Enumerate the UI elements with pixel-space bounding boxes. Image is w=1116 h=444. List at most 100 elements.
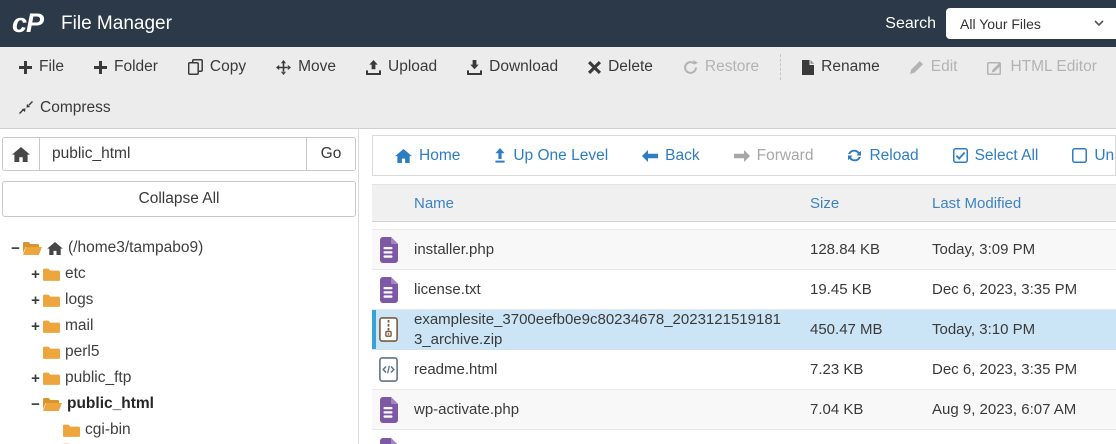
expand-expander[interactable]: + bbox=[28, 319, 43, 334]
php-file-icon bbox=[380, 396, 398, 423]
html-editor-icon bbox=[987, 61, 1002, 75]
plus-icon bbox=[19, 60, 32, 74]
tree-item-label: cgi-bin bbox=[85, 421, 131, 438]
delete-icon bbox=[588, 60, 602, 74]
delete-button[interactable]: Delete bbox=[573, 47, 668, 87]
file-name: examplesite_3700eefb0e9c80234678_2023121… bbox=[414, 311, 782, 348]
toolbar-item-label: Restore bbox=[704, 58, 760, 75]
file-row-archive-zip-selected[interactable]: examplesite_3700eefb0e9c80234678_2023121… bbox=[372, 310, 1116, 350]
file-name: readme.html bbox=[414, 360, 498, 378]
column-header-modified[interactable]: Last Modified bbox=[932, 195, 1116, 212]
file-size: 7.04 KB bbox=[810, 401, 864, 418]
tree-item-etc[interactable]: + etc bbox=[2, 261, 356, 287]
nav-reload-link[interactable]: Reload bbox=[847, 146, 919, 165]
new-file-button[interactable]: File bbox=[4, 47, 79, 87]
file-row-license-txt[interactable]: license.txt 19.45 KB Dec 6, 2023, 3:35 P… bbox=[372, 270, 1116, 310]
arrow-left-icon bbox=[642, 149, 659, 162]
compress-button[interactable]: Compress bbox=[4, 87, 126, 128]
folder-icon bbox=[63, 424, 80, 437]
tree-item-perl5[interactable]: perl5 bbox=[2, 339, 356, 365]
action-toolbar: File Folder Copy Move Upload Download De… bbox=[0, 47, 1116, 129]
partial-row-bottom bbox=[372, 430, 1116, 444]
search-area: Search All Your Files bbox=[885, 8, 1116, 39]
nav-unselect-all-link[interactable]: Unselect All bbox=[1072, 146, 1115, 165]
copy-button[interactable]: Copy bbox=[173, 47, 261, 87]
restore-button: Restore bbox=[668, 47, 774, 87]
tree-item-label: public_html bbox=[67, 395, 154, 412]
expand-expander[interactable]: + bbox=[28, 371, 43, 386]
open-folder-icon bbox=[23, 241, 42, 255]
tree-item-mail[interactable]: + mail bbox=[2, 313, 356, 339]
folder-icon bbox=[43, 372, 60, 385]
file-browser-panel: Home Up One Level Back Forward Reload Se… bbox=[359, 129, 1116, 444]
top-navbar: cP File Manager Search All Your Files bbox=[0, 0, 1116, 47]
file-name: installer.php bbox=[414, 240, 495, 258]
collapse-all-button[interactable]: Collapse All bbox=[2, 181, 356, 217]
html-editor-button: HTML Editor bbox=[972, 47, 1111, 87]
toolbar-item-label: Folder bbox=[113, 58, 158, 75]
toolbar-item-label: Copy bbox=[209, 58, 247, 75]
cpanel-logo: cP bbox=[12, 8, 44, 38]
path-input[interactable] bbox=[40, 138, 306, 170]
tree-item-root[interactable]: − (/home3/tampabo9) bbox=[2, 235, 356, 261]
download-icon bbox=[467, 59, 483, 75]
nav-home-link[interactable]: Home bbox=[395, 147, 460, 165]
nav-back-link[interactable]: Back bbox=[642, 147, 700, 165]
move-button[interactable]: Move bbox=[261, 47, 351, 87]
home-icon bbox=[395, 148, 412, 163]
toolbar-item-label: HTML Editor bbox=[1010, 58, 1097, 75]
folder-icon bbox=[43, 346, 60, 359]
file-row-wp-activate-php[interactable]: wp-activate.php 7.04 KB Aug 9, 2023, 6:0… bbox=[372, 390, 1116, 430]
file-table-header: Name Size Last Modified bbox=[372, 184, 1116, 222]
file-modified: Dec 6, 2023, 3:35 PM bbox=[932, 281, 1078, 298]
php-file-icon bbox=[380, 236, 398, 263]
collapse-expander[interactable]: − bbox=[28, 397, 43, 412]
file-row-installer-php[interactable]: installer.php 128.84 KB Today, 3:09 PM bbox=[372, 230, 1116, 270]
php-file-icon bbox=[380, 438, 397, 444]
file-row-readme-html[interactable]: readme.html 7.23 KB Dec 6, 2023, 3:35 PM bbox=[372, 350, 1116, 390]
folder-icon bbox=[43, 294, 60, 307]
tree-item-logs[interactable]: + logs bbox=[2, 287, 356, 313]
rename-icon bbox=[802, 59, 815, 75]
file-modified: Today, 3:10 PM bbox=[932, 321, 1036, 338]
compress-icon bbox=[19, 100, 33, 114]
tree-item-public-ftp[interactable]: + public_ftp bbox=[2, 365, 356, 391]
nav-link-label: Reload bbox=[869, 146, 919, 164]
column-header-size[interactable]: Size bbox=[810, 195, 932, 212]
nav-up-one-level-link[interactable]: Up One Level bbox=[494, 147, 608, 165]
file-manager-app: cP File Manager Search All Your Files Fi… bbox=[0, 0, 1116, 444]
file-size: 7.23 KB bbox=[810, 361, 864, 378]
search-scope-value: All Your Files bbox=[960, 15, 1041, 32]
open-folder-icon bbox=[43, 397, 62, 411]
nav-link-label: Unselect All bbox=[1094, 146, 1115, 164]
new-folder-button[interactable]: Folder bbox=[79, 47, 173, 87]
partial-row-top bbox=[372, 222, 1116, 230]
nav-link-label: Forward bbox=[756, 146, 814, 164]
search-label: Search bbox=[885, 14, 936, 32]
collapse-expander[interactable]: − bbox=[8, 241, 23, 256]
tree-item-public-html[interactable]: − public_html bbox=[2, 391, 356, 417]
expand-expander[interactable]: + bbox=[28, 293, 43, 308]
column-header-name[interactable]: Name bbox=[414, 195, 810, 212]
text-file-icon bbox=[380, 276, 398, 303]
tree-item-label: etc bbox=[65, 265, 86, 282]
reload-icon bbox=[848, 149, 862, 162]
zip-file-icon bbox=[379, 317, 398, 342]
file-modified: Today, 3:09 PM bbox=[932, 241, 1036, 258]
upload-icon bbox=[366, 59, 382, 75]
tree-item-cgi-bin[interactable]: cgi-bin bbox=[2, 417, 356, 443]
expand-expander[interactable]: + bbox=[28, 267, 43, 282]
up-one-level-icon bbox=[495, 148, 505, 163]
home-directory-button[interactable] bbox=[3, 138, 40, 170]
download-button[interactable]: Download bbox=[452, 47, 573, 87]
nav-select-all-link[interactable]: Select All bbox=[952, 147, 1038, 165]
search-scope-select[interactable]: All Your Files bbox=[946, 8, 1116, 39]
file-size: 450.47 MB bbox=[810, 321, 883, 338]
page-title: File Manager bbox=[61, 12, 172, 34]
go-button[interactable]: Go bbox=[306, 138, 355, 170]
toolbar-item-label: Rename bbox=[821, 58, 880, 75]
rename-button[interactable]: Rename bbox=[787, 47, 895, 87]
upload-button[interactable]: Upload bbox=[351, 47, 452, 87]
toolbar-item-label: Edit bbox=[930, 58, 958, 75]
nav-link-label: Home bbox=[419, 146, 461, 164]
